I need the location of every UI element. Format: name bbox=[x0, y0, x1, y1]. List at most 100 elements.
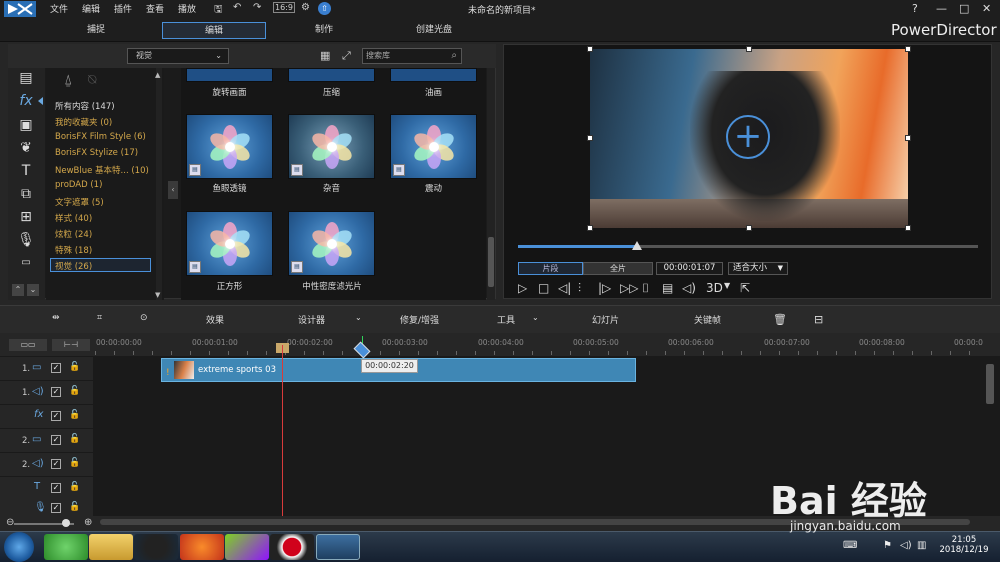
remove-tag-icon[interactable]: ⍉ bbox=[88, 72, 96, 88]
effects-scrollbar-thumb[interactable] bbox=[488, 237, 494, 287]
effect-thumbnail-noise[interactable]: ▤ bbox=[288, 114, 375, 179]
designer-dropdown-icon[interactable]: ⌄ bbox=[355, 313, 362, 322]
grid-view-icon[interactable]: ▦ bbox=[320, 49, 330, 62]
chapter-room-icon[interactable]: ▭ bbox=[16, 257, 36, 275]
resize-handle[interactable] bbox=[587, 46, 593, 52]
crop-icon[interactable]: ⌗ bbox=[97, 313, 102, 323]
menu-file[interactable]: 文件 bbox=[50, 2, 68, 15]
tab-edit[interactable]: 编辑 bbox=[162, 22, 266, 39]
scroll-down-button[interactable]: ⌄ bbox=[27, 284, 39, 296]
resize-handle[interactable] bbox=[587, 135, 593, 141]
keyframe-button[interactable]: 关键帧 bbox=[694, 313, 721, 326]
category-item[interactable]: 炫粒 (24) bbox=[55, 228, 92, 240]
firefox-icon[interactable] bbox=[180, 534, 224, 560]
redo-icon[interactable]: ↷ bbox=[253, 2, 261, 13]
pip-room-icon[interactable]: ▣ bbox=[16, 117, 36, 135]
category-item[interactable]: proDAD (1) bbox=[55, 180, 102, 190]
category-item-selected[interactable]: 视觉 (26) bbox=[55, 260, 92, 272]
clip-mode-button[interactable]: 片段 bbox=[518, 262, 583, 275]
search-icon[interactable]: ⌕ bbox=[451, 49, 457, 63]
effect-thumbnail[interactable] bbox=[186, 68, 273, 82]
category-item[interactable]: 特殊 (18) bbox=[55, 244, 92, 256]
track-enable-checkbox[interactable]: ✓ bbox=[51, 411, 61, 421]
fx-room-icon[interactable]: fx bbox=[16, 93, 36, 111]
menu-view[interactable]: 查看 bbox=[146, 2, 164, 15]
track-enable-checkbox[interactable]: ✓ bbox=[51, 363, 61, 373]
maximize-button[interactable]: □ bbox=[959, 2, 969, 15]
more-options-icon[interactable]: ⊟ bbox=[814, 313, 823, 326]
timeline-view-toggle[interactable]: ▭▭ bbox=[9, 339, 47, 351]
menu-edit[interactable]: 编辑 bbox=[82, 2, 100, 15]
category-item[interactable]: BorisFX Film Style (6) bbox=[55, 132, 146, 142]
library-view-select[interactable]: 视觉 ⌄ bbox=[127, 48, 229, 64]
split-icon[interactable]: ⫶ bbox=[578, 281, 581, 296]
audio-mixing-icon[interactable]: ⊞ bbox=[16, 209, 36, 227]
system-clock[interactable]: 21:05 2018/12/19 bbox=[934, 535, 994, 555]
clip-options-icon[interactable]: ⊙ bbox=[140, 313, 148, 323]
zoom-in-icon[interactable]: ⊕ bbox=[84, 517, 92, 528]
category-scrollbar[interactable] bbox=[156, 68, 162, 300]
lock-icon[interactable]: 🔓 bbox=[69, 410, 80, 420]
file-explorer-icon[interactable] bbox=[89, 534, 133, 560]
resize-handle[interactable] bbox=[746, 46, 752, 52]
network-tray-icon[interactable]: ▥ bbox=[917, 540, 926, 551]
qq-icon[interactable] bbox=[134, 534, 178, 560]
playhead[interactable] bbox=[282, 345, 283, 516]
resize-handle[interactable] bbox=[905, 225, 911, 231]
movie-mode-button[interactable]: 全片 bbox=[583, 262, 653, 275]
fast-forward-icon[interactable]: ▷▷ bbox=[620, 281, 638, 295]
track-enable-checkbox[interactable]: ✓ bbox=[51, 483, 61, 493]
scroll-up-button[interactable]: ⌃ bbox=[12, 284, 24, 296]
designer-button[interactable]: 设计器 bbox=[298, 313, 325, 326]
track-manager-icon[interactable]: ⇹ bbox=[52, 313, 60, 323]
expand-icon[interactable]: ⤢ bbox=[342, 49, 351, 63]
resize-handle[interactable] bbox=[587, 225, 593, 231]
stop-icon[interactable]: □ bbox=[538, 281, 549, 295]
lock-icon[interactable]: 🔓 bbox=[69, 458, 80, 468]
tab-create-disc[interactable]: 创建光盘 bbox=[398, 22, 470, 39]
storyboard-toggle[interactable]: ⊢⊣ bbox=[52, 339, 90, 351]
3d-dropdown-arrow-icon[interactable]: ▼ bbox=[724, 281, 730, 290]
voice-over-icon[interactable]: 🎙 bbox=[16, 232, 36, 250]
powerdirector-taskbar-icon[interactable] bbox=[316, 534, 360, 560]
tab-produce[interactable]: 制作 bbox=[288, 22, 360, 39]
timecode-display[interactable]: 00:00:01:07 bbox=[656, 262, 723, 275]
fix-enhance-button[interactable]: 修复/增强 bbox=[400, 313, 439, 326]
transition-room-icon[interactable]: ⧉ bbox=[16, 186, 36, 204]
tools-button[interactable]: 工具 bbox=[497, 313, 515, 326]
scroll-up-arrow-icon[interactable]: ▲ bbox=[155, 71, 160, 79]
delete-trash-icon[interactable]: 🗑 bbox=[773, 313, 787, 326]
menu-play[interactable]: 播放 bbox=[178, 2, 196, 15]
tab-capture[interactable]: 捕捉 bbox=[60, 22, 132, 39]
category-item[interactable]: 文字遮罩 (5) bbox=[55, 196, 104, 208]
volume-icon[interactable]: ◁) bbox=[682, 281, 696, 295]
upgrade-icon[interactable]: ⇧ bbox=[318, 2, 331, 15]
tray-icon[interactable]: ⌨ bbox=[843, 540, 857, 551]
add-tag-icon[interactable]: ⍙ bbox=[64, 72, 72, 88]
preview-video-frame[interactable]: + bbox=[590, 49, 908, 228]
category-item[interactable]: NewBlue 基本特... (10) bbox=[55, 164, 149, 176]
library-search-input[interactable]: 搜索库 ⌕ bbox=[362, 48, 462, 64]
minimize-button[interactable]: — bbox=[936, 2, 947, 15]
zoom-fit-select[interactable]: 适合大小 ▼ bbox=[728, 262, 788, 275]
3d-toggle[interactable]: 3D bbox=[706, 281, 723, 295]
category-item[interactable]: 我的收藏夹 (0) bbox=[55, 116, 112, 128]
effect-thumbnail-fisheye[interactable]: ▤ bbox=[186, 114, 273, 179]
add-object-plus-icon[interactable]: + bbox=[726, 115, 770, 159]
preview-scrubber-knob[interactable] bbox=[632, 241, 642, 250]
aspect-ratio-icon[interactable]: 16:9 bbox=[273, 2, 295, 13]
subtitle-icon[interactable]: ▤ bbox=[662, 281, 673, 295]
tray-icon[interactable]: ⚑ bbox=[883, 540, 892, 551]
resize-handle[interactable] bbox=[905, 46, 911, 52]
track-enable-checkbox[interactable]: ✓ bbox=[51, 387, 61, 397]
effect-thumbnail-square[interactable]: ▤ bbox=[186, 211, 273, 276]
lock-icon[interactable]: 🔓 bbox=[69, 502, 80, 512]
track-enable-checkbox[interactable]: ✓ bbox=[51, 459, 61, 469]
track-enable-checkbox[interactable]: ✓ bbox=[51, 503, 61, 513]
menu-plugins[interactable]: 插件 bbox=[114, 2, 132, 15]
category-item[interactable]: 所有内容 (147) bbox=[55, 100, 115, 112]
resize-handle[interactable] bbox=[746, 225, 752, 231]
tools-dropdown-icon[interactable]: ⌄ bbox=[532, 313, 539, 322]
undo-icon[interactable]: ↶ bbox=[233, 2, 241, 13]
media-app-icon[interactable] bbox=[225, 534, 269, 560]
